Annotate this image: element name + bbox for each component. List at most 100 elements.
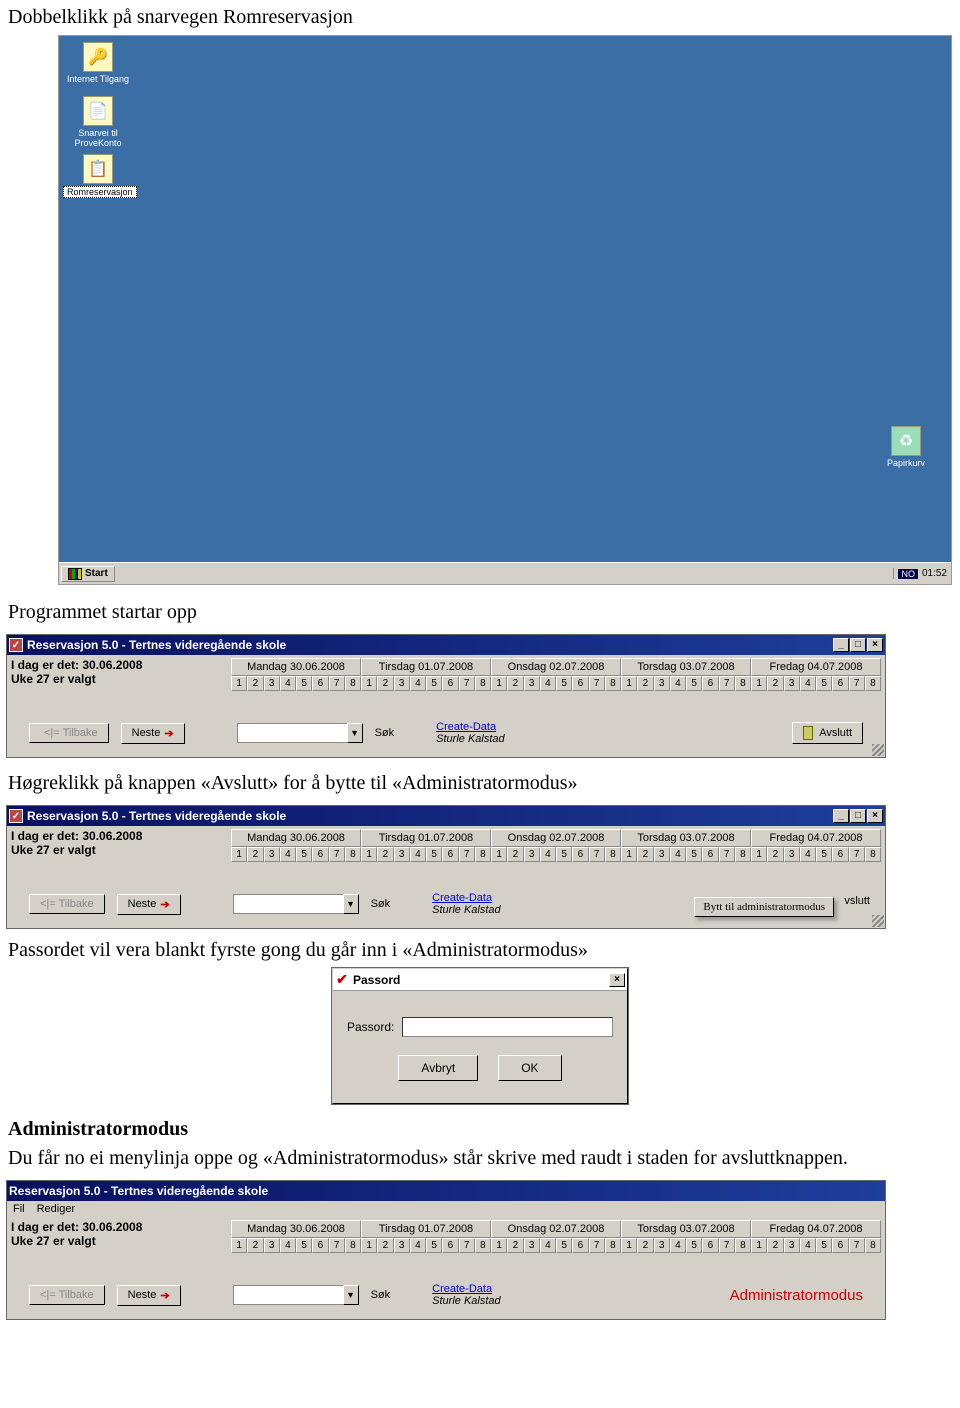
period-cell[interactable]: 6 [702,1238,718,1253]
avslutt-button[interactable]: Avslutt [792,722,863,744]
period-cell[interactable]: 1 [621,1238,637,1253]
period-cell[interactable]: 8 [735,847,751,862]
period-cell[interactable]: 1 [491,1238,507,1253]
period-cell[interactable]: 8 [605,1238,621,1253]
period-cell[interactable]: 4 [410,676,426,691]
period-cell[interactable]: 5 [556,847,572,862]
period-cell[interactable]: 3 [264,1238,280,1253]
period-cell[interactable]: 4 [280,847,296,862]
period-cell[interactable]: 3 [654,1238,670,1253]
period-cell[interactable]: 4 [670,847,686,862]
create-data-link[interactable]: Create-Data [436,721,504,733]
period-cell[interactable]: 4 [800,847,816,862]
period-cell[interactable]: 5 [296,1238,312,1253]
period-cell[interactable]: 4 [540,676,556,691]
period-cell[interactable]: 4 [540,847,556,862]
period-cell[interactable]: 4 [410,847,426,862]
period-cell[interactable]: 8 [865,847,881,862]
period-cell[interactable]: 2 [507,847,523,862]
period-cell[interactable]: 7 [849,847,865,862]
period-cell[interactable]: 8 [605,676,621,691]
period-cell[interactable]: 8 [605,847,621,862]
period-cell[interactable]: 1 [621,847,637,862]
period-cell[interactable]: 7 [329,676,345,691]
period-cell[interactable]: 1 [361,847,377,862]
period-cell[interactable]: 8 [475,847,491,862]
period-cell[interactable]: 2 [377,676,393,691]
period-cell[interactable]: 5 [296,676,312,691]
period-cell[interactable]: 4 [670,676,686,691]
period-cell[interactable]: 4 [800,1238,816,1253]
search-combo[interactable]: ▼ [233,1285,359,1305]
period-cell[interactable]: 5 [686,847,702,862]
period-cell[interactable]: 2 [637,1238,653,1253]
period-cell[interactable]: 1 [231,1238,247,1253]
start-button[interactable]: Start [61,566,115,582]
period-cell[interactable]: 6 [702,847,718,862]
period-cell[interactable]: 3 [394,847,410,862]
period-cell[interactable]: 8 [345,1238,361,1253]
period-cell[interactable]: 7 [719,1238,735,1253]
period-cell[interactable]: 2 [767,1238,783,1253]
period-cell[interactable]: 4 [280,676,296,691]
period-cell[interactable]: 6 [312,1238,328,1253]
period-cell[interactable]: 7 [459,676,475,691]
maximize-button[interactable]: □ [850,809,866,823]
period-cell[interactable]: 2 [247,847,263,862]
tilbake-button[interactable]: <|= Tilbake [29,723,109,743]
menu-fil[interactable]: Fil [13,1203,25,1215]
search-input[interactable] [233,1285,343,1305]
period-cell[interactable]: 8 [735,1238,751,1253]
period-cell[interactable]: 4 [800,676,816,691]
period-cell[interactable]: 6 [312,676,328,691]
period-cell[interactable]: 5 [556,676,572,691]
neste-button[interactable]: Neste➔ [117,1285,181,1306]
period-cell[interactable]: 3 [394,1238,410,1253]
desktop-icon-recycle[interactable]: ♻ Papirkurv [871,426,941,468]
maximize-button[interactable]: □ [850,638,866,652]
period-cell[interactable]: 1 [491,847,507,862]
period-cell[interactable]: 3 [784,676,800,691]
period-cell[interactable]: 2 [767,676,783,691]
period-cell[interactable]: 3 [784,847,800,862]
period-cell[interactable]: 1 [621,676,637,691]
period-cell[interactable]: 6 [572,847,588,862]
avbryt-button[interactable]: Avbryt [398,1055,478,1081]
period-cell[interactable]: 2 [247,1238,263,1253]
period-cell[interactable]: 5 [426,676,442,691]
period-cell[interactable]: 7 [459,847,475,862]
period-cell[interactable]: 2 [637,847,653,862]
period-cell[interactable]: 3 [524,1238,540,1253]
menu-rediger[interactable]: Rediger [37,1203,76,1215]
dropdown-icon[interactable]: ▼ [343,1285,359,1305]
period-cell[interactable]: 8 [475,1238,491,1253]
period-cell[interactable]: 2 [377,1238,393,1253]
period-cell[interactable]: 4 [410,1238,426,1253]
close-button[interactable]: × [867,809,883,823]
period-cell[interactable]: 5 [816,676,832,691]
resize-grip-icon[interactable] [872,744,884,756]
period-cell[interactable]: 6 [832,676,848,691]
resize-grip-icon[interactable] [872,915,884,927]
context-menu[interactable]: Bytt til administratormodus [694,897,834,917]
period-cell[interactable]: 1 [751,676,767,691]
period-cell[interactable]: 4 [670,1238,686,1253]
period-cell[interactable]: 7 [719,676,735,691]
period-cell[interactable]: 6 [572,676,588,691]
period-cell[interactable]: 2 [247,676,263,691]
lang-indicator[interactable]: NO [898,569,918,579]
period-cell[interactable]: 8 [865,1238,881,1253]
period-cell[interactable]: 6 [832,847,848,862]
desktop-icon-romreservasjon[interactable]: 📋 Romreservasjon [63,154,133,198]
period-cell[interactable]: 7 [589,847,605,862]
tilbake-button[interactable]: <|= Tilbake [29,1285,105,1305]
period-cell[interactable]: 1 [751,1238,767,1253]
search-input[interactable] [237,723,347,743]
period-cell[interactable]: 8 [735,676,751,691]
period-cell[interactable]: 5 [426,1238,442,1253]
dropdown-icon[interactable]: ▼ [343,894,359,914]
period-cell[interactable]: 7 [849,1238,865,1253]
period-cell[interactable]: 1 [231,676,247,691]
desktop-icon-internet[interactable]: 🔑 Internet Tilgang [63,42,133,84]
period-cell[interactable]: 6 [442,847,458,862]
